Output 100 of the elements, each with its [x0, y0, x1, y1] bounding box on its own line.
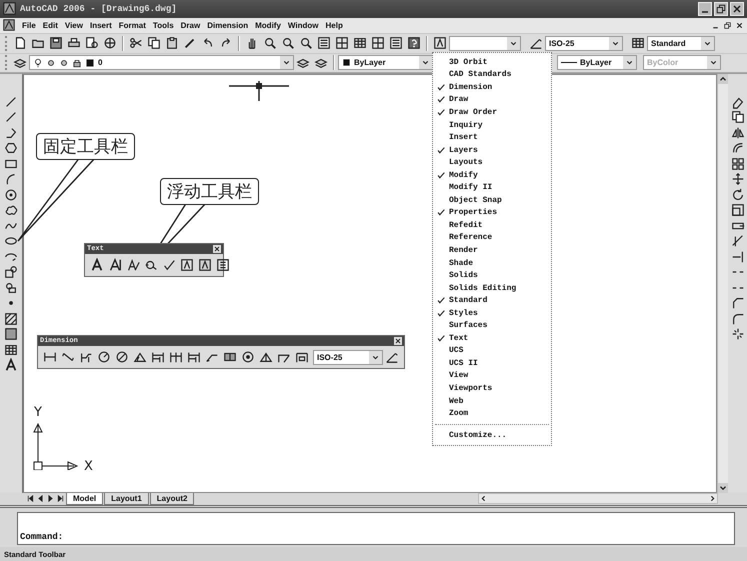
menu-item[interactable]: Draw Order: [433, 106, 551, 119]
table-icon[interactable]: [631, 36, 645, 50]
text-tool-icon[interactable]: [4, 358, 18, 372]
gradient-icon[interactable]: [4, 327, 18, 342]
menu-item[interactable]: Layers: [433, 144, 551, 156]
check-icon[interactable]: [437, 208, 446, 218]
scale-icon[interactable]: [730, 203, 744, 218]
menu-item[interactable]: Edit: [42, 20, 58, 30]
menu-item[interactable]: CAD Standards: [433, 68, 551, 82]
next-icon[interactable]: [46, 494, 55, 504]
menu-item[interactable]: View: [433, 370, 551, 382]
layout-tab[interactable]: Model: [66, 492, 104, 505]
line-icon[interactable]: [4, 94, 18, 109]
menu-item[interactable]: Inquiry: [433, 118, 551, 132]
trim-icon[interactable]: [730, 234, 744, 248]
menu-item[interactable]: Zoom: [433, 407, 551, 420]
horizontal-scrollbar[interactable]: [478, 493, 718, 504]
dimension-style-icon[interactable]: [529, 36, 543, 50]
menu-item[interactable]: File: [22, 20, 36, 30]
menu-item[interactable]: Modify: [433, 168, 551, 182]
menu-item[interactable]: Window: [288, 20, 318, 30]
dimension-update-icon[interactable]: [295, 350, 309, 364]
menu-item[interactable]: Shade: [433, 256, 551, 270]
close-icon[interactable]: [213, 245, 221, 253]
menu-item[interactable]: Standard: [433, 294, 551, 307]
globe-icon[interactable]: [103, 36, 117, 50]
clipboard-icon[interactable]: [165, 36, 179, 50]
menu-item[interactable]: Surfaces: [433, 319, 551, 332]
properties-icon[interactable]: [317, 36, 331, 50]
new-file-icon[interactable]: [13, 36, 27, 50]
spell-check-icon[interactable]: [162, 258, 176, 272]
menu-item[interactable]: Render: [433, 244, 551, 257]
multiline-text-icon[interactable]: [108, 258, 122, 272]
insert-block-icon[interactable]: [4, 265, 18, 280]
zoom-icon[interactable]: [263, 36, 277, 50]
text-edit-icon[interactable]: [126, 258, 140, 272]
menu-item[interactable]: Refedit: [433, 219, 551, 232]
table-icon[interactable]: [353, 36, 367, 50]
line-icon[interactable]: [4, 110, 18, 124]
hatch-icon[interactable]: [4, 312, 18, 326]
menu-item[interactable]: Insert: [90, 20, 112, 30]
dimension-style-dropdown[interactable]: ISO-25: [545, 36, 623, 51]
linear-dimension-icon[interactable]: [43, 350, 57, 364]
polygon-icon[interactable]: [4, 141, 18, 156]
zoom-icon[interactable]: [299, 36, 313, 50]
caret-up-icon[interactable]: [718, 74, 728, 84]
table-icon[interactable]: [4, 342, 18, 357]
lineweight-dropdown[interactable]: ByLayer: [557, 55, 637, 70]
menu-item[interactable]: Styles: [433, 306, 551, 320]
app-logo-icon[interactable]: [3, 2, 16, 16]
dimension-style-icon[interactable]: [385, 350, 399, 364]
menu-item[interactable]: UCS II: [433, 357, 551, 370]
menu-item[interactable]: Modify: [255, 20, 281, 30]
menu-item[interactable]: Dimension: [207, 20, 248, 30]
close-icon[interactable]: [394, 337, 402, 345]
diameter-dimension-icon[interactable]: [115, 350, 129, 364]
padlock-icon[interactable]: [72, 58, 82, 68]
properties-icon[interactable]: [389, 36, 403, 50]
table-style-dropdown[interactable]: Standard: [647, 36, 715, 51]
block-icon[interactable]: [4, 280, 18, 295]
menu-item[interactable]: Properties: [433, 206, 551, 220]
text-style-icon[interactable]: [180, 258, 194, 272]
layer-dropdown[interactable]: 0: [29, 55, 294, 70]
menu-item[interactable]: Solids Editing: [433, 282, 551, 294]
dimension-edit-icon[interactable]: [259, 350, 273, 364]
caret-right-icon[interactable]: [708, 494, 717, 504]
check-icon[interactable]: [437, 146, 446, 155]
menu-item[interactable]: Text: [433, 332, 551, 345]
help-icon[interactable]: [407, 36, 421, 50]
text-scale-icon[interactable]: [198, 258, 212, 272]
dimension-style-dropdown[interactable]: ISO-25: [313, 350, 383, 364]
menu-item[interactable]: Solids: [433, 269, 551, 282]
menu-item[interactable]: Viewports: [433, 382, 551, 395]
grid-icon[interactable]: [335, 36, 349, 50]
polyline-icon[interactable]: [4, 126, 18, 140]
menu-item[interactable]: Draw: [433, 94, 551, 106]
offset-icon[interactable]: [730, 141, 744, 156]
copy-icon[interactable]: [730, 110, 744, 124]
check-icon[interactable]: [437, 170, 446, 180]
explode-icon[interactable]: [730, 327, 744, 342]
first-icon[interactable]: [26, 494, 35, 504]
check-icon[interactable]: [437, 334, 446, 343]
text-style-icon[interactable]: [433, 36, 447, 50]
color-swatch-icon[interactable]: [342, 58, 351, 68]
baseline-dimension-icon[interactable]: [187, 350, 201, 364]
grid-icon[interactable]: [371, 36, 385, 50]
menu-item[interactable]: Web: [433, 394, 551, 408]
continue-dimension-icon[interactable]: [169, 350, 183, 364]
prev-icon[interactable]: [36, 494, 45, 504]
radius-dimension-icon[interactable]: [97, 350, 111, 364]
color-swatch-icon[interactable]: [85, 58, 95, 68]
menu-item[interactable]: View: [64, 20, 83, 30]
print-preview-icon[interactable]: [85, 36, 99, 50]
save-icon[interactable]: [49, 36, 63, 50]
angular-dimension-icon[interactable]: [133, 350, 147, 364]
center-mark-icon[interactable]: [241, 350, 255, 364]
chamfer-icon[interactable]: [730, 296, 744, 310]
scissors-icon[interactable]: [129, 36, 143, 50]
menu-item[interactable]: Dimension: [433, 81, 551, 94]
tolerance-icon[interactable]: [223, 350, 237, 364]
